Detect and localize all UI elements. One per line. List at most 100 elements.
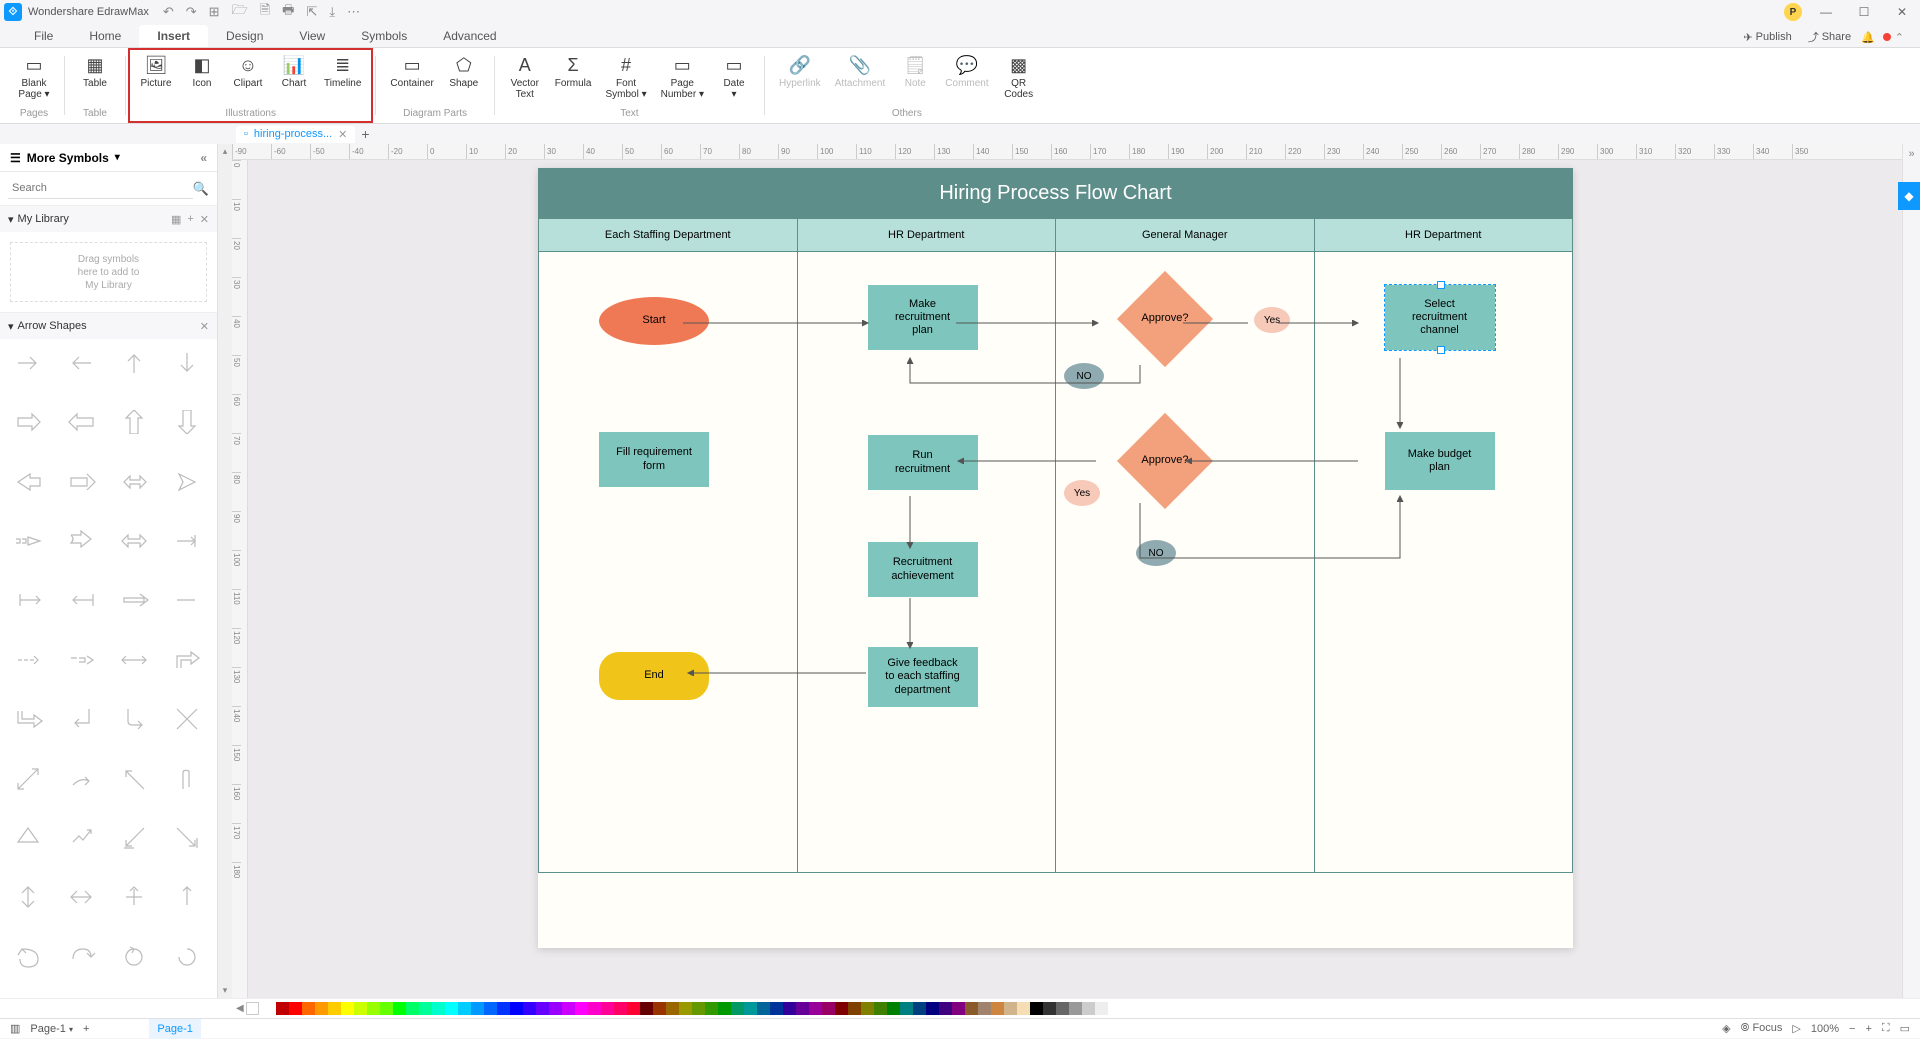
arrow-shape-2[interactable]	[110, 343, 161, 383]
ribbon-blank-button[interactable]: ▭BlankPage ▾	[12, 50, 56, 104]
color-swatch[interactable]	[718, 1002, 731, 1015]
arrow-shape-14[interactable]	[110, 521, 161, 561]
import-icon[interactable]: ⤓	[329, 4, 335, 20]
pill-no-1[interactable]: NO	[1064, 363, 1104, 389]
arrow-shape-0[interactable]	[4, 343, 55, 383]
color-swatch[interactable]	[926, 1002, 939, 1015]
zoom-out-button[interactable]: −	[1849, 1023, 1855, 1035]
add-page-button[interactable]: +	[83, 1023, 89, 1035]
ribbon-timeline-button[interactable]: ≣Timeline	[318, 50, 367, 93]
color-swatch[interactable]	[510, 1002, 523, 1015]
close-section-icon[interactable]: ✕	[200, 320, 209, 333]
color-swatch[interactable]	[289, 1002, 302, 1015]
node-end[interactable]: End	[599, 652, 709, 700]
color-swatch[interactable]	[341, 1002, 354, 1015]
arrow-shape-26[interactable]	[110, 699, 161, 739]
color-swatch[interactable]	[601, 1002, 614, 1015]
pill-no-2[interactable]: NO	[1136, 540, 1176, 566]
focus-button[interactable]: ⦾ Focus	[1741, 1022, 1783, 1035]
user-avatar[interactable]: P	[1784, 3, 1802, 21]
color-swatch[interactable]	[367, 1002, 380, 1015]
more-icon[interactable]: ⋯	[347, 4, 360, 20]
color-swatch[interactable]	[965, 1002, 978, 1015]
color-swatch[interactable]	[458, 1002, 471, 1015]
arrow-shape-38[interactable]	[110, 877, 161, 917]
fit-width-icon[interactable]: ▭	[1900, 1022, 1910, 1035]
lane-header-0[interactable]: Each Staffing Department	[539, 219, 797, 252]
collapse-sidebar-icon[interactable]: «	[200, 151, 207, 165]
color-swatch[interactable]	[575, 1002, 588, 1015]
arrow-shape-17[interactable]	[57, 580, 108, 620]
node-select[interactable]: Select recruitment channel	[1385, 285, 1495, 350]
pill-yes-1[interactable]: Yes	[1254, 307, 1290, 333]
color-swatch[interactable]	[380, 1002, 393, 1015]
undo-icon[interactable]: ↶	[163, 4, 174, 20]
share-button[interactable]: ⤴Share	[1802, 27, 1857, 47]
color-swatch[interactable]	[523, 1002, 536, 1015]
arrow-shape-43[interactable]	[162, 937, 213, 977]
arrow-shape-10[interactable]	[110, 462, 161, 502]
save-icon[interactable]: 🗎	[260, 1, 270, 23]
color-swatch[interactable]	[874, 1002, 887, 1015]
color-swatch[interactable]	[666, 1002, 679, 1015]
arrow-shape-35[interactable]	[162, 818, 213, 858]
color-swatch[interactable]	[978, 1002, 991, 1015]
arrow-shape-33[interactable]	[57, 818, 108, 858]
color-swatch[interactable]	[263, 1002, 276, 1015]
arrow-shape-32[interactable]	[4, 818, 55, 858]
arrow-shape-9[interactable]	[57, 462, 108, 502]
arrow-shape-37[interactable]	[57, 877, 108, 917]
color-swatch[interactable]	[640, 1002, 653, 1015]
arrow-shape-20[interactable]	[4, 640, 55, 680]
color-swatch[interactable]	[1069, 1002, 1082, 1015]
library-drop-zone[interactable]: Drag symbols here to add to My Library	[10, 242, 207, 302]
color-swatch[interactable]	[627, 1002, 640, 1015]
node-achievement[interactable]: Recruitment achievement	[868, 542, 978, 597]
close-tab-icon[interactable]: ✕	[338, 128, 347, 141]
ribbon-shape-button[interactable]: ⬠Shape	[442, 50, 486, 93]
color-swatch[interactable]	[406, 1002, 419, 1015]
add-tab-button[interactable]: +	[361, 126, 369, 142]
color-swatch[interactable]	[445, 1002, 458, 1015]
search-icon[interactable]: 🔍	[193, 181, 209, 197]
ribbon-table-button[interactable]: ▦Table	[73, 50, 117, 93]
page[interactable]: Hiring Process Flow Chart Each Staffing …	[538, 168, 1573, 948]
chart-title[interactable]: Hiring Process Flow Chart	[538, 168, 1573, 219]
color-swatch[interactable]	[1082, 1002, 1095, 1015]
arrow-shape-29[interactable]	[57, 759, 108, 799]
right-panel-collapsed[interactable]: »	[1902, 144, 1920, 998]
new-icon[interactable]: ⊞	[209, 4, 220, 20]
right-float-button[interactable]: ◆	[1898, 182, 1920, 210]
color-swatch[interactable]	[484, 1002, 497, 1015]
arrow-shape-16[interactable]	[4, 580, 55, 620]
color-swatch[interactable]	[939, 1002, 952, 1015]
page-list-icon[interactable]: ▥	[10, 1022, 20, 1035]
minimize-button[interactable]: —	[1812, 5, 1840, 19]
color-swatch[interactable]	[653, 1002, 666, 1015]
color-swatch[interactable]	[796, 1002, 809, 1015]
collapse-ribbon-icon[interactable]: ⌃	[1895, 31, 1904, 44]
pill-yes-2[interactable]: Yes	[1064, 480, 1100, 506]
arrow-shape-15[interactable]	[162, 521, 213, 561]
color-swatch[interactable]	[471, 1002, 484, 1015]
menu-design[interactable]: Design	[208, 25, 281, 47]
print-icon[interactable]: 🖶	[282, 1, 294, 23]
add-library-icon[interactable]: +	[187, 213, 193, 226]
color-swatch[interactable]	[536, 1002, 549, 1015]
play-icon[interactable]: ▷	[1792, 1022, 1800, 1035]
ribbon-vector-button[interactable]: AVectorText	[503, 50, 547, 104]
document-tab[interactable]: ▫ hiring-process... ✕	[236, 126, 355, 143]
menu-symbols[interactable]: Symbols	[343, 25, 425, 47]
color-swatch[interactable]	[354, 1002, 367, 1015]
arrow-shape-3[interactable]	[162, 343, 213, 383]
arrow-shape-36[interactable]	[4, 877, 55, 917]
arrow-shape-24[interactable]	[4, 699, 55, 739]
color-swatch[interactable]	[432, 1002, 445, 1015]
color-swatch[interactable]	[1095, 1002, 1108, 1015]
lane-header-2[interactable]: General Manager	[1056, 219, 1314, 252]
color-swatch[interactable]	[1030, 1002, 1043, 1015]
node-approve-2[interactable]: Approve?	[1117, 413, 1213, 509]
ribbon-clipart-button[interactable]: ☺Clipart	[226, 50, 270, 93]
color-swatch[interactable]	[887, 1002, 900, 1015]
arrow-shape-28[interactable]	[4, 759, 55, 799]
